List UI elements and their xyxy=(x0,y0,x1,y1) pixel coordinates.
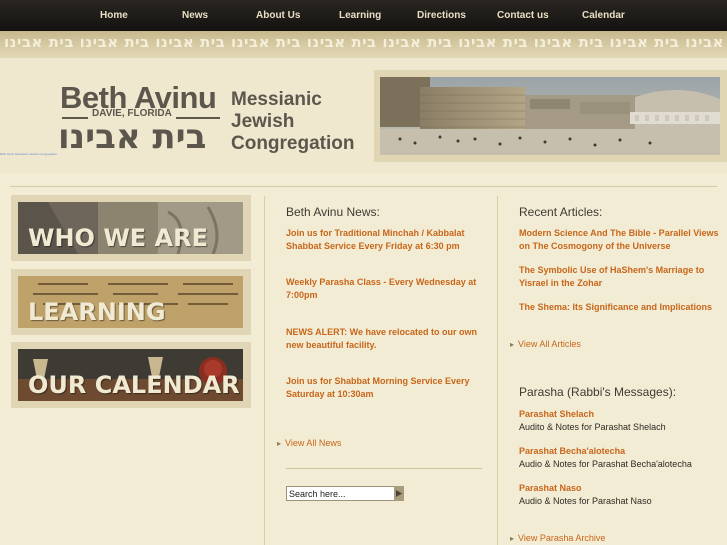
arrow-right-icon: ▸ xyxy=(277,439,282,448)
view-all-news-label: View All News xyxy=(285,438,342,448)
arrow-right-icon: ▸ xyxy=(510,534,515,543)
tile-our-calendar[interactable]: OUR CALENDAR xyxy=(11,342,251,408)
parasha-item-1-title[interactable]: Parashat Shelach xyxy=(519,409,594,419)
parasha-item-3-desc: Audio & Notes for Parashat Naso xyxy=(519,496,652,506)
view-all-articles-label: View All Articles xyxy=(518,339,581,349)
nav-about-us[interactable]: About Us xyxy=(256,0,300,31)
tagline-line-3: Congregation xyxy=(231,133,355,154)
news-item-2[interactable]: Weekly Parasha Class - Every Wednesday a… xyxy=(286,276,486,302)
news-item-1[interactable]: Join us for Traditional Minchah / Kabbal… xyxy=(286,227,486,253)
header-tiny-link[interactable]: Beth Avinu Messianic Jewish Congregation xyxy=(0,152,57,156)
parasha-item-2-desc: Audio & Notes for Parashat Becha'alotech… xyxy=(519,459,692,469)
news-item-3[interactable]: NEWS ALERT: We have relocated to our own… xyxy=(286,326,486,352)
column-divider-right xyxy=(497,196,498,545)
search-divider xyxy=(286,468,482,469)
view-all-news-link[interactable]: ▸ View All News xyxy=(277,438,341,448)
hebrew-band: בית אבינו בית אבינו בית אבינו בית אבינו … xyxy=(0,31,727,58)
nav-home[interactable]: Home xyxy=(100,0,128,31)
parasha-heading: Parasha (Rabbi's Messages): xyxy=(519,385,677,399)
parasha-item-3-title[interactable]: Parashat Naso xyxy=(519,483,582,493)
news-heading: Beth Avinu News: xyxy=(286,205,380,219)
nav-directions[interactable]: Directions xyxy=(417,0,466,31)
play-arrow-icon xyxy=(396,490,402,497)
tile-learning-image: LEARNING xyxy=(18,276,243,328)
tile-learning[interactable]: LEARNING xyxy=(11,269,251,335)
arrow-right-icon: ▸ xyxy=(510,340,515,349)
hebrew-band-text: בית אבינו בית אבינו בית אבינו בית אבינו … xyxy=(4,33,727,51)
parasha-item-1-desc: Audito & Notes for Parashat Shelach xyxy=(519,422,666,432)
view-parasha-archive-link[interactable]: ▸ View Parasha Archive xyxy=(510,533,605,543)
nav-contact-us[interactable]: Contact us xyxy=(497,0,549,31)
news-item-4[interactable]: Join us for Shabbat Morning Service Ever… xyxy=(286,375,486,401)
tile-learning-label: LEARNING xyxy=(28,298,166,326)
nav-learning[interactable]: Learning xyxy=(339,0,381,31)
search-button[interactable] xyxy=(394,486,404,501)
header-divider xyxy=(10,186,717,187)
tile-who-we-are[interactable]: WHO WE ARE xyxy=(11,195,251,261)
tile-our-calendar-image: OUR CALENDAR xyxy=(18,349,243,401)
articles-heading: Recent Articles: xyxy=(519,205,603,219)
parasha-item-2-title[interactable]: Parashat Becha'alotecha xyxy=(519,446,625,456)
tagline-line-1: Messianic xyxy=(231,89,322,110)
search-input[interactable] xyxy=(286,486,396,501)
article-item-3[interactable]: The Shema: Its Significance and Implicat… xyxy=(519,301,719,314)
tagline-line-2: Jewish xyxy=(231,111,295,132)
article-item-1[interactable]: Modern Science And The Bible - Parallel … xyxy=(519,227,719,253)
tile-our-calendar-label: OUR CALENDAR xyxy=(28,371,240,399)
top-navigation: Home News About Us Learning Directions C… xyxy=(0,0,727,31)
tile-who-we-are-image: WHO WE ARE xyxy=(18,202,243,254)
western-wall-photo xyxy=(380,77,720,155)
column-divider-left xyxy=(264,196,265,545)
view-parasha-archive-label: View Parasha Archive xyxy=(518,533,606,543)
nav-news[interactable]: News xyxy=(182,0,208,31)
logo-hebrew-text[interactable]: בית אבינו xyxy=(58,117,206,157)
view-all-articles-link[interactable]: ▸ View All Articles xyxy=(510,339,581,349)
tile-who-we-are-label: WHO WE ARE xyxy=(28,224,208,252)
article-item-2[interactable]: The Symbolic Use of HaShem's Marriage to… xyxy=(519,264,719,290)
nav-calendar[interactable]: Calendar xyxy=(582,0,625,31)
